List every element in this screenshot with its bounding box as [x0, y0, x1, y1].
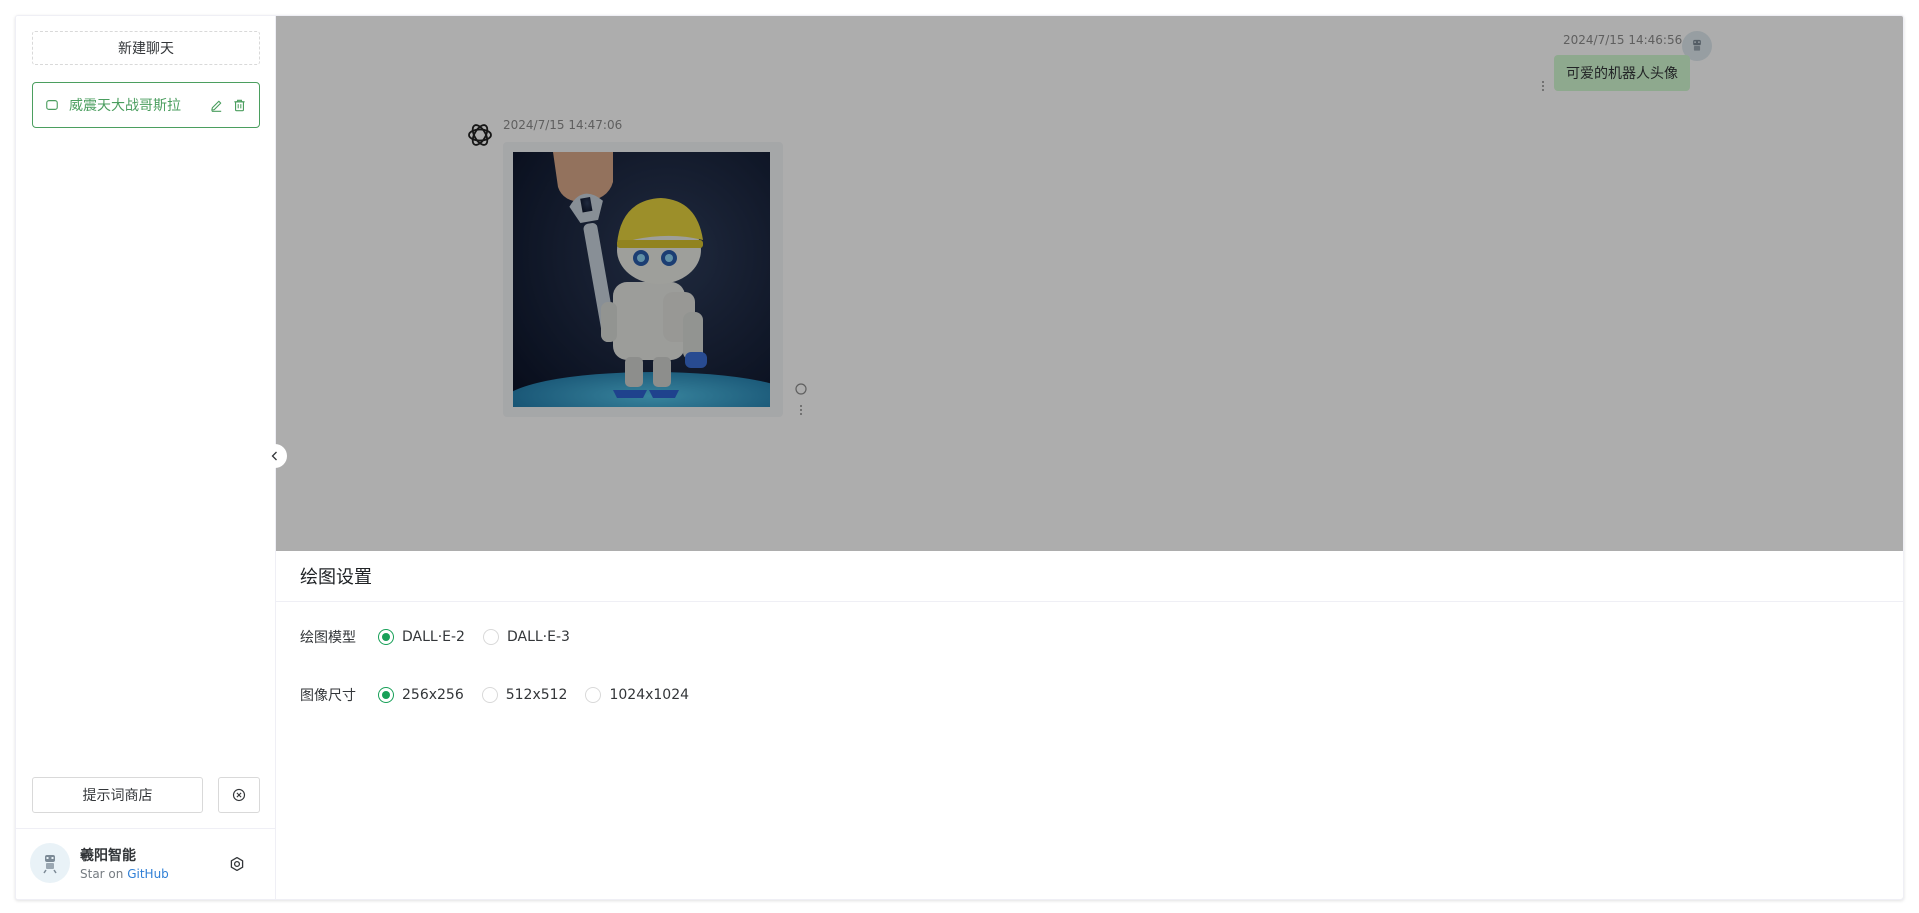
radio-dot	[482, 629, 499, 645]
size-label: 图像尺寸	[300, 688, 356, 704]
new-chat-button[interactable]: 新建聊天	[32, 31, 260, 65]
radio-dot	[585, 687, 602, 703]
radio-dot	[378, 629, 394, 645]
chat-list-item[interactable]: 威震天大战哥斯拉	[32, 82, 260, 128]
radio-label: 1024x1024	[609, 687, 690, 703]
app-window: 新建聊天 威震天大战哥斯拉 提示词商店 羲阳智能 Star on GitHub …	[15, 15, 1904, 900]
robot-avatar-icon	[43, 855, 57, 874]
gear-icon	[230, 856, 244, 872]
model-setting-row: 绘图模型 DALL·E-2 DALL·E-3	[300, 625, 588, 649]
radio-label: 256x256	[402, 687, 464, 703]
radio-dot	[378, 687, 394, 703]
github-link[interactable]: GitHub	[127, 867, 169, 881]
settings-button[interactable]	[226, 853, 248, 875]
radio-size-512[interactable]: 512x512	[481, 687, 568, 703]
drawer-title: 绘图设置	[276, 551, 1903, 602]
radio-dot	[481, 687, 498, 703]
sidebar: 新建聊天 威震天大战哥斯拉 提示词商店 羲阳智能 Star on GitHub	[16, 16, 276, 899]
model-label: 绘图模型	[300, 630, 356, 646]
drawing-settings-drawer: 绘图设置 绘图模型 DALL·E-2 DALL·E-3 图像尺寸 256x256	[276, 551, 1903, 899]
radio-dall-e-2[interactable]: DALL·E-2	[378, 629, 465, 645]
radio-size-1024[interactable]: 1024x1024	[585, 687, 689, 703]
user-description: Star on GitHub	[80, 867, 169, 881]
sidebar-footer: 羲阳智能 Star on GitHub	[16, 828, 275, 899]
clear-button[interactable]	[218, 777, 260, 813]
chat-bubble-icon	[46, 100, 58, 110]
radio-label: 512x512	[505, 687, 568, 703]
radio-label: DALL·E-2	[402, 629, 465, 645]
size-setting-row: 图像尺寸 256x256 512x512 1024x1024	[300, 683, 707, 707]
radio-dall-e-3[interactable]: DALL·E-3	[482, 629, 570, 645]
chat-main: 2024/7/15 14:46:56 可爱的机器人头像 2024/7/15 14…	[276, 16, 1903, 899]
close-circle-icon	[232, 788, 246, 802]
chevron-left-icon	[271, 451, 277, 461]
avatar	[30, 843, 70, 883]
trash-icon[interactable]	[232, 98, 247, 113]
radio-size-256[interactable]: 256x256	[378, 687, 464, 703]
sidebar-collapse-button[interactable]	[263, 444, 287, 468]
user-desc-prefix: Star on	[80, 867, 124, 881]
edit-icon[interactable]	[209, 98, 224, 113]
chat-title: 威震天大战哥斯拉	[69, 98, 181, 114]
prompt-store-button[interactable]: 提示词商店	[32, 777, 203, 813]
radio-label: DALL·E-3	[506, 629, 570, 645]
user-name: 羲阳智能	[80, 848, 136, 864]
